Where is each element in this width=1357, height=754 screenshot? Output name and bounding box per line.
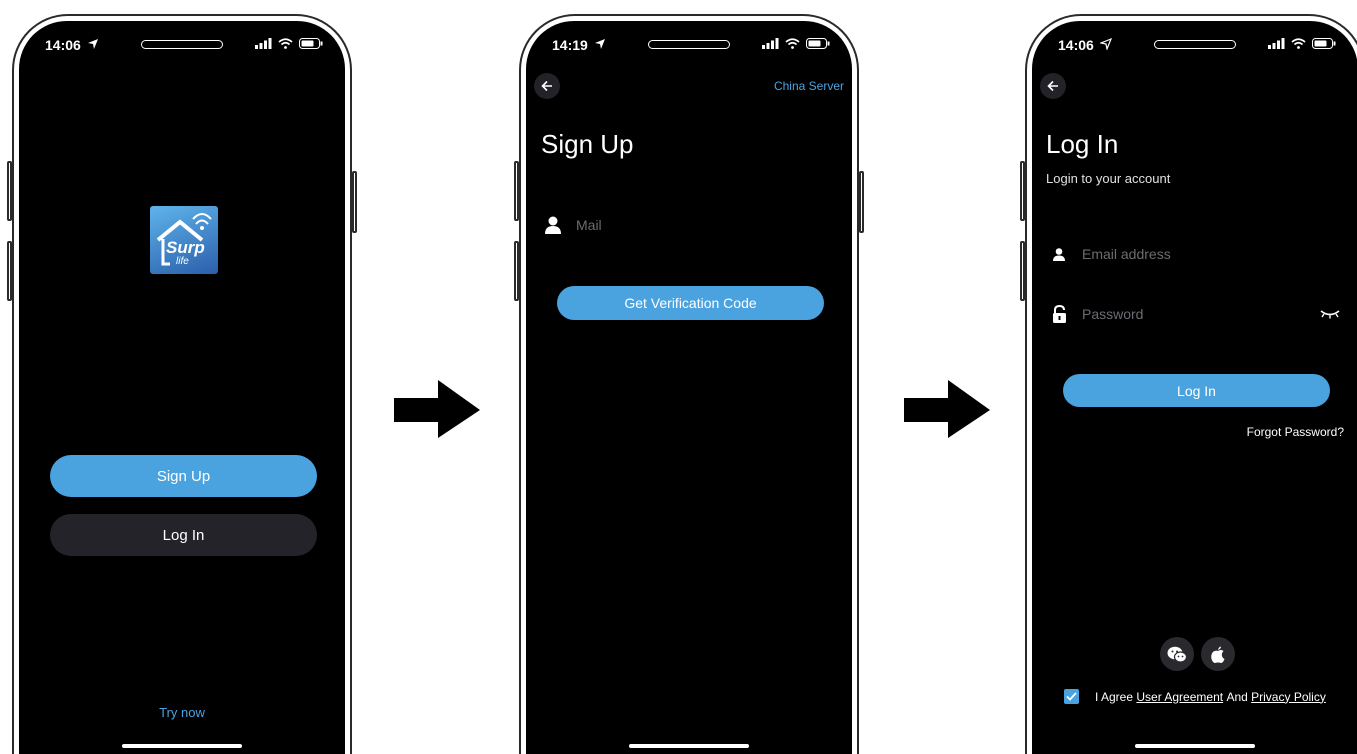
agree-prefix-text: I Agree [1095,689,1134,704]
mail-placeholder: Mail [576,217,602,233]
logo-subtext: life [176,256,189,267]
lock-icon [1052,305,1066,323]
phone-side-button [7,241,12,301]
home-indicator [629,744,749,748]
location-arrow-icon [88,39,98,49]
phone-side-button [1020,241,1025,301]
flow-arrow-icon [904,380,990,438]
location-arrow-icon [1100,38,1112,50]
home-indicator [122,744,242,748]
phone-power-button [859,171,864,233]
welcome-screen: 14:06 Surp life Sign Up Log In Try now [19,21,345,754]
agreement-row: I Agree User Agreement And Privacy Polic… [1064,689,1326,704]
signup-screen: 14:19 China Server Sign Up Mail Get Veri… [526,21,852,754]
apple-icon [1211,646,1225,663]
phone-notch [1154,40,1236,49]
status-time: 14:19 [552,37,588,53]
battery-icon [806,38,830,49]
email-placeholder: Email address [1082,246,1171,262]
home-indicator [1135,744,1255,748]
wechat-login-button[interactable] [1160,637,1194,671]
wechat-icon [1167,646,1187,663]
logo-text: Surp [166,238,205,257]
phone-side-button [514,241,519,301]
status-time: 14:06 [45,37,81,53]
wifi-icon [278,38,293,49]
forgot-password-link[interactable]: Forgot Password? [1247,425,1344,439]
signup-button[interactable]: Sign Up [50,455,317,497]
battery-icon [299,38,323,49]
flow-arrow-icon [394,380,480,438]
back-button[interactable] [1040,73,1066,99]
signal-icon [762,38,779,49]
wifi-icon [1291,38,1306,49]
app-logo: Surp life [150,206,218,274]
phone-power-button [352,171,357,233]
password-placeholder: Password [1082,306,1144,322]
mail-field[interactable]: Mail [544,213,824,237]
signal-icon [255,38,272,49]
user-agreement-link[interactable]: User Agreement [1136,690,1223,704]
eye-closed-icon[interactable] [1320,309,1340,319]
email-field[interactable]: Email address [1050,242,1340,266]
password-field[interactable]: Password [1050,302,1340,326]
phone-side-button [1020,161,1025,221]
back-arrow-icon [541,80,552,92]
checkmark-icon [1066,692,1077,701]
phone-login: 14:06 Log In Login to your account Email… [1020,14,1357,754]
back-arrow-icon [1047,80,1058,92]
page-title: Log In [1046,129,1119,159]
phone-notch [141,40,223,49]
back-button[interactable] [534,73,560,99]
page-subtitle: Login to your account [1046,171,1171,186]
phone-welcome: 14:06 Surp life Sign Up Log In Try now [7,14,357,754]
signal-icon [1268,38,1285,49]
page-title: Sign Up [541,129,634,159]
battery-icon [1312,38,1336,49]
get-verification-code-button[interactable]: Get Verification Code [557,286,824,320]
login-button[interactable]: Log In [1063,374,1330,407]
agreement-checkbox[interactable] [1064,689,1079,704]
location-arrow-icon [595,39,605,49]
phone-signup: 14:19 China Server Sign Up Mail Get Veri… [514,14,864,754]
privacy-policy-link[interactable]: Privacy Policy [1251,690,1326,704]
login-button[interactable]: Log In [50,514,317,556]
and-text: And [1226,689,1248,704]
user-icon [545,216,561,234]
phone-side-button [7,161,12,221]
status-time: 14:06 [1058,37,1094,53]
apple-login-button[interactable] [1201,637,1235,671]
wifi-icon [785,38,800,49]
phone-side-button [514,161,519,221]
china-server-link[interactable]: China Server [774,79,844,93]
try-now-link[interactable]: Try now [19,705,345,720]
login-screen: 14:06 Log In Login to your account Email… [1032,21,1357,754]
phone-notch [648,40,730,49]
user-icon [1053,247,1065,261]
